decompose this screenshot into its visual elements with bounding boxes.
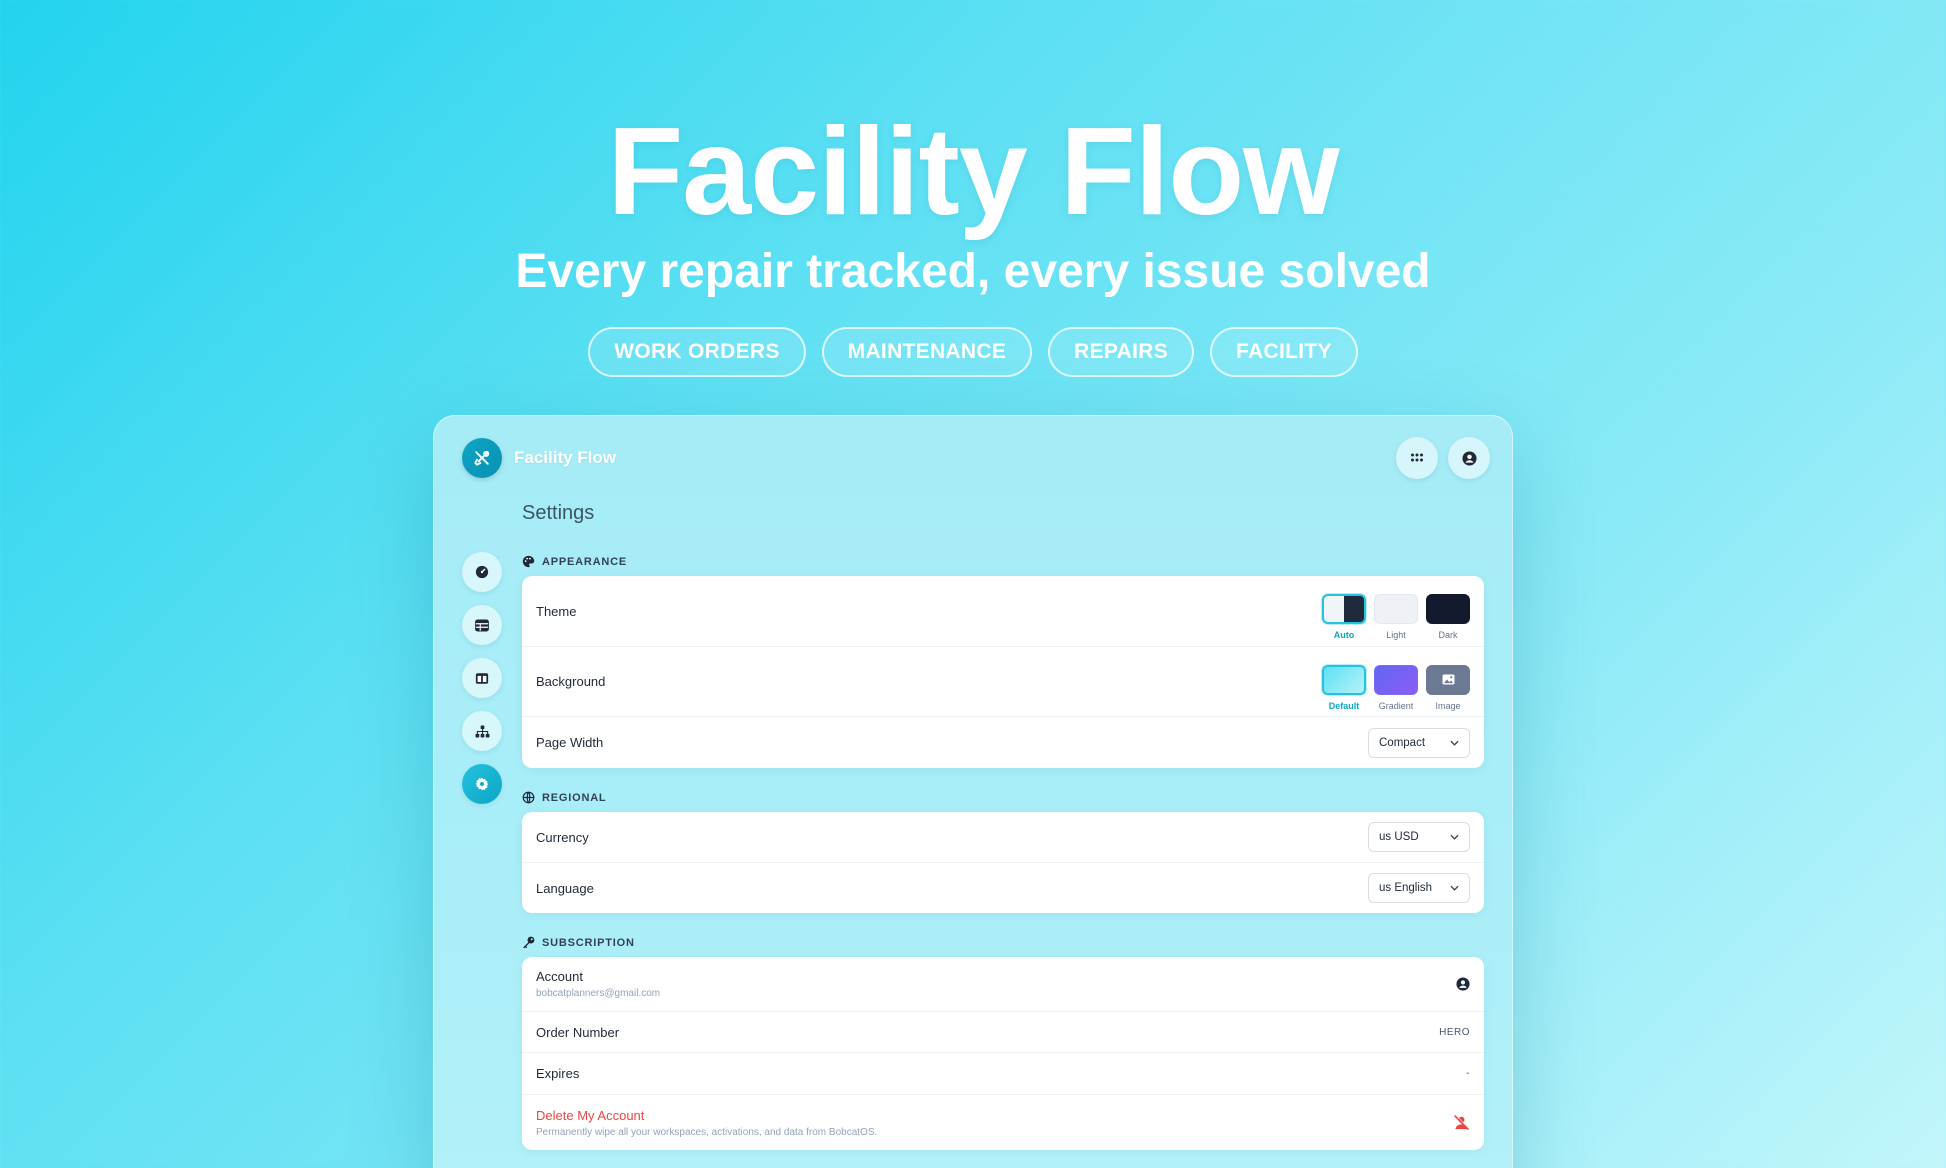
- tag-facility: FACILITY: [1210, 327, 1358, 377]
- sidebar-item-dashboard[interactable]: [462, 552, 502, 592]
- hero-subtitle: Every repair tracked, every issue solved: [515, 245, 1431, 298]
- expires-value: -: [1466, 1068, 1470, 1079]
- theme-light-label: Light: [1386, 630, 1406, 640]
- dashboard-icon: [475, 565, 489, 579]
- account-circle-icon[interactable]: [1456, 977, 1470, 991]
- background-options: Default Gradient Image: [1322, 664, 1470, 711]
- sidebar-item-table[interactable]: [462, 605, 502, 645]
- language-label: Language: [536, 880, 594, 896]
- sidebar-item-settings[interactable]: [462, 764, 502, 804]
- palette-icon: [522, 555, 535, 568]
- background-gradient-swatch: [1374, 664, 1418, 695]
- subscription-heading-label: SUBSCRIPTION: [542, 936, 635, 949]
- chevron-down-icon: [1450, 740, 1459, 746]
- background-default-label: Default: [1328, 700, 1360, 711]
- chevron-down-icon: [1450, 885, 1459, 891]
- account-label: Account: [536, 969, 583, 984]
- apps-grid-button[interactable]: [1396, 437, 1438, 479]
- tag-work-orders: WORK ORDERS: [588, 327, 806, 377]
- appearance-heading-label: APPEARANCE: [542, 555, 628, 568]
- account-email: bobcatplanners@gmail.com: [536, 988, 661, 999]
- subscription-card: Account bobcatplanners@gmail.com Order N…: [522, 957, 1484, 1150]
- background-image-swatch: [1426, 664, 1470, 695]
- theme-option-dark[interactable]: Dark: [1426, 594, 1470, 640]
- currency-select[interactable]: us USD: [1368, 822, 1470, 852]
- page-width-value: Compact: [1379, 736, 1426, 749]
- tools-logo-icon: [462, 438, 502, 478]
- sidebar-item-layout[interactable]: [462, 658, 502, 698]
- appearance-card: Theme Auto Light Dark Background Default…: [522, 576, 1484, 768]
- account-row: Account bobcatplanners@gmail.com: [522, 957, 1484, 1012]
- account-circle-icon: [1461, 450, 1477, 466]
- hero-title: Facility Flow: [607, 103, 1339, 241]
- regional-heading-label: REGIONAL: [542, 791, 607, 804]
- language-value: us English: [1379, 882, 1433, 894]
- background-label: Background: [536, 674, 606, 689]
- theme-option-auto[interactable]: Auto: [1322, 594, 1366, 640]
- delete-account-row[interactable]: Delete My Account Permanently wipe all y…: [522, 1095, 1484, 1150]
- brand-name: Facility Flow: [514, 448, 617, 467]
- theme-auto-swatch: [1322, 594, 1366, 624]
- language-row: Language us English: [522, 863, 1484, 913]
- table-icon: [475, 618, 489, 632]
- delete-account-description: Permanently wipe all your workspaces, ac…: [536, 1126, 878, 1138]
- account-button[interactable]: [1448, 437, 1490, 479]
- regional-heading: REGIONAL: [522, 791, 606, 804]
- chevron-down-icon: [1450, 834, 1459, 840]
- theme-option-light[interactable]: Light: [1374, 594, 1418, 640]
- delete-account-label[interactable]: Delete My Account: [536, 1108, 877, 1123]
- sidebar: [462, 552, 502, 804]
- theme-label: Theme: [536, 603, 577, 619]
- top-actions: [1396, 437, 1490, 479]
- order-number-row: Order Number HERO: [522, 1012, 1484, 1053]
- appearance-heading: APPEARANCE: [522, 555, 627, 568]
- currency-value: us USD: [1379, 831, 1419, 843]
- globe-icon: [522, 791, 535, 804]
- image-icon: [1442, 674, 1454, 685]
- hierarchy-icon: [475, 724, 489, 738]
- theme-dark-label: Dark: [1438, 630, 1458, 640]
- app-window: Facility Flow Settings APPEARANCE Theme …: [433, 415, 1513, 1168]
- theme-light-swatch: [1374, 594, 1418, 624]
- apps-grid-icon: [1411, 453, 1423, 462]
- delete-user-icon[interactable]: [1453, 1115, 1470, 1130]
- page-width-label: Page Width: [536, 735, 604, 750]
- page-title: Settings: [522, 502, 595, 524]
- subscription-heading: SUBSCRIPTION: [522, 936, 635, 949]
- expires-row: Expires -: [522, 1053, 1484, 1095]
- tag-repairs: REPAIRS: [1048, 327, 1195, 377]
- background-row: Background Default Gradient Image: [522, 647, 1484, 717]
- key-icon: [523, 936, 535, 949]
- background-default-swatch: [1322, 664, 1366, 695]
- page-width-row: Page Width Compact: [522, 717, 1484, 768]
- theme-auto-label: Auto: [1333, 630, 1355, 640]
- layout-icon: [475, 672, 489, 684]
- currency-label: Currency: [536, 829, 589, 845]
- background-option-gradient[interactable]: Gradient: [1374, 664, 1418, 711]
- hero-tags: WORK ORDERS MAINTENANCE REPAIRS FACILITY: [0, 327, 1946, 377]
- background-option-image[interactable]: Image: [1426, 664, 1470, 711]
- theme-options: Auto Light Dark: [1322, 594, 1470, 640]
- tag-maintenance: MAINTENANCE: [821, 327, 1033, 377]
- brand[interactable]: Facility Flow: [462, 438, 616, 478]
- expires-label: Expires: [536, 1066, 580, 1081]
- theme-row: Theme Auto Light Dark: [522, 576, 1484, 647]
- currency-row: Currency us USD: [522, 812, 1484, 863]
- theme-dark-swatch: [1426, 594, 1470, 624]
- background-gradient-label: Gradient: [1378, 700, 1414, 711]
- sidebar-item-hierarchy[interactable]: [462, 711, 502, 751]
- background-option-default[interactable]: Default: [1322, 664, 1366, 711]
- regional-card: Currency us USD Language us English: [522, 812, 1484, 913]
- settings-gear-icon: [475, 777, 489, 791]
- order-number-value: HERO: [1439, 1026, 1470, 1038]
- page-width-select[interactable]: Compact: [1368, 727, 1470, 758]
- background-image-label: Image: [1435, 700, 1461, 711]
- language-select[interactable]: us English: [1368, 873, 1470, 903]
- order-number-label: Order Number: [536, 1024, 620, 1040]
